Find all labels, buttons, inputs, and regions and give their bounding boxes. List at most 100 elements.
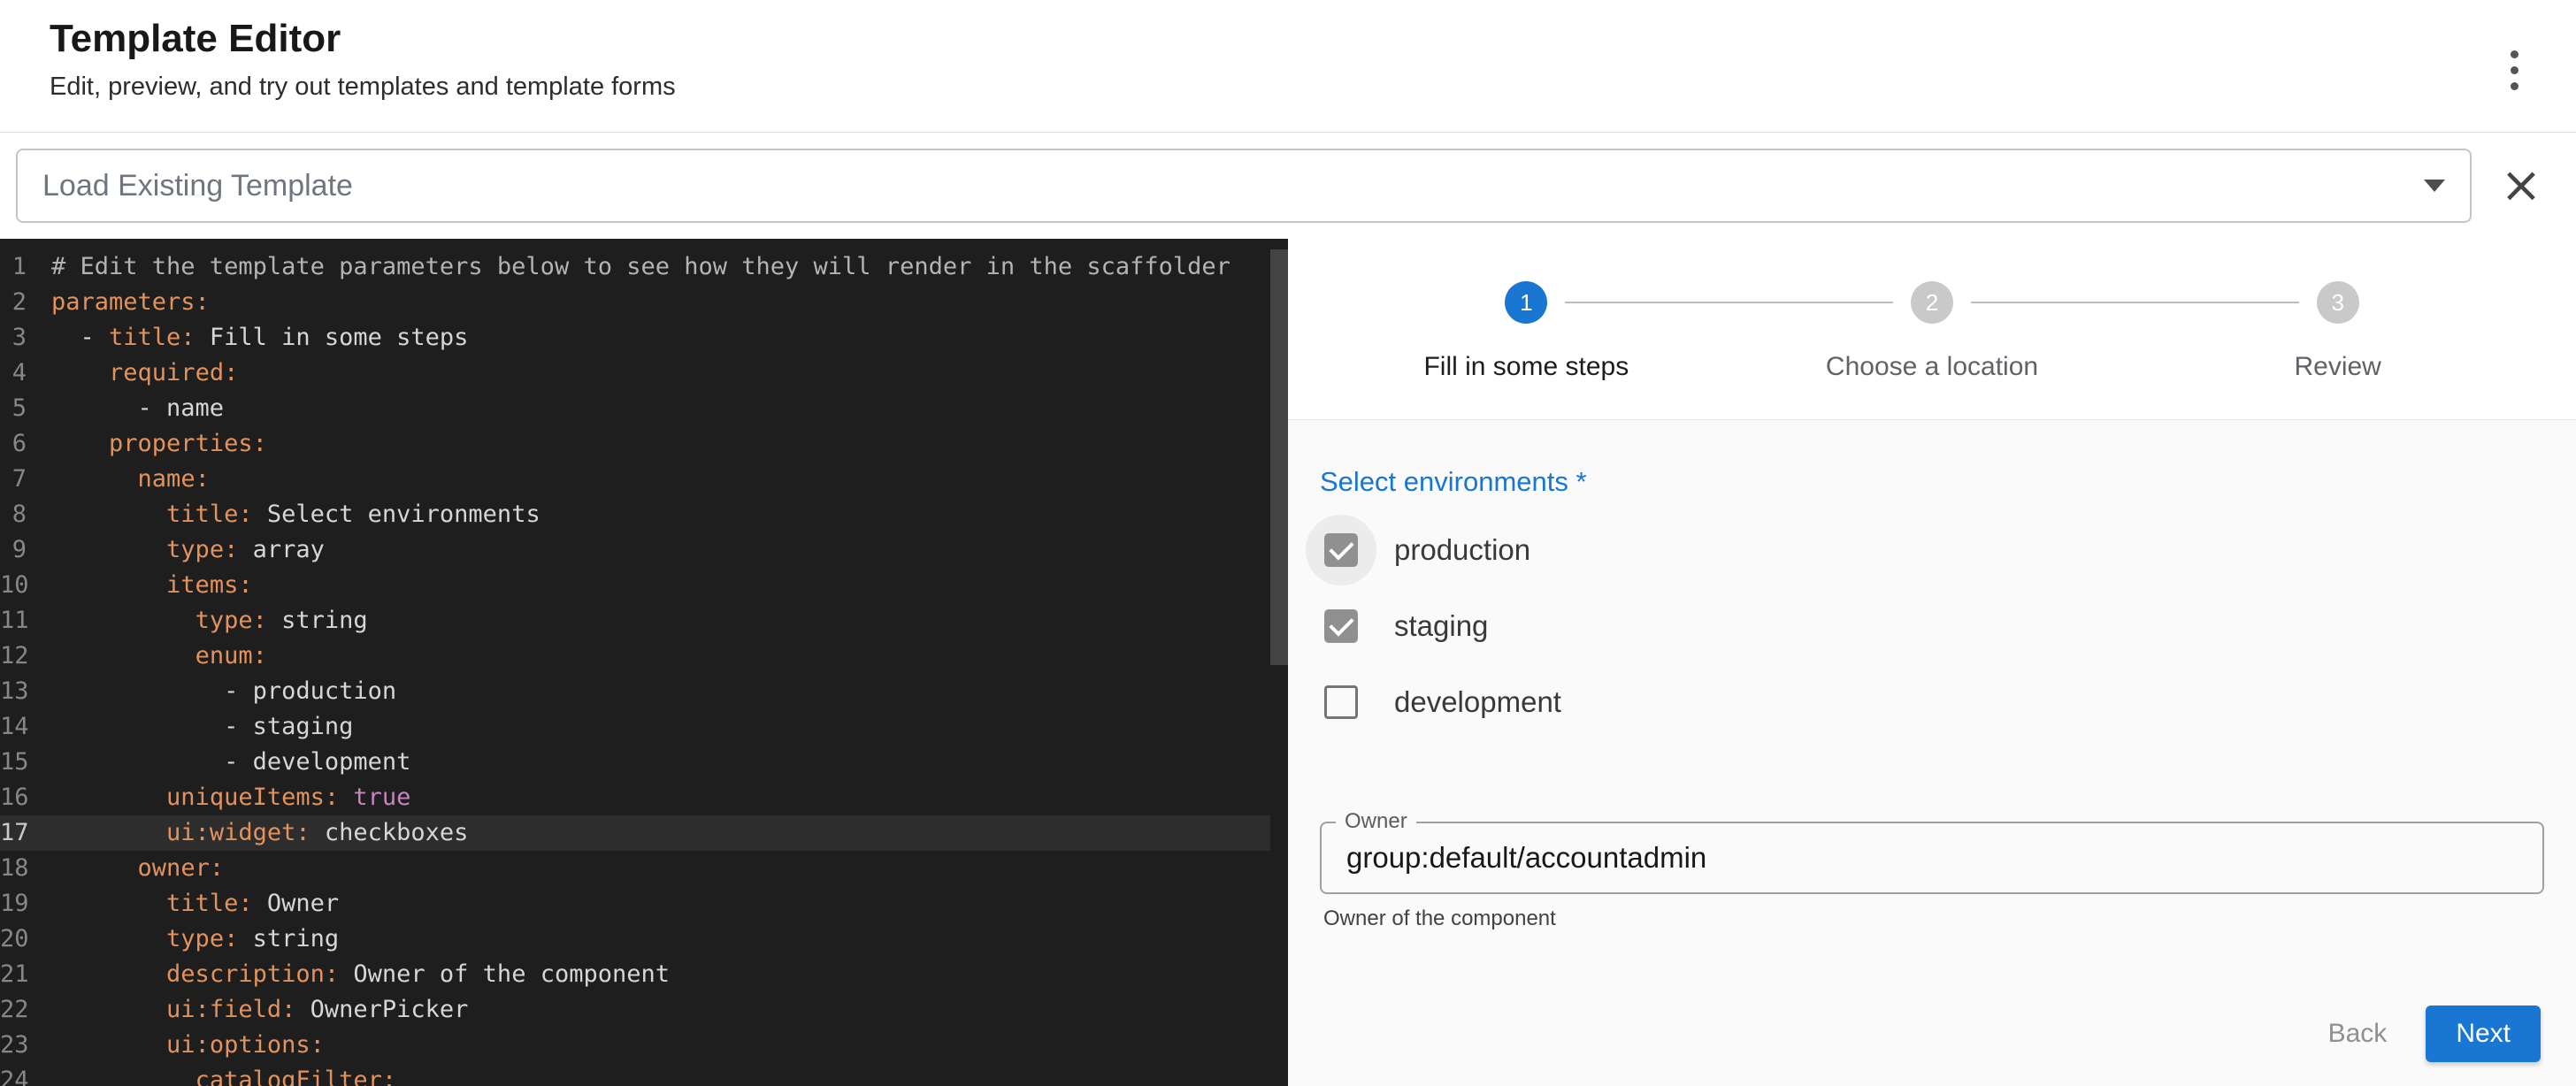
group-label-text: Select environments: [1320, 466, 1568, 497]
line-content: type: string: [51, 603, 1270, 639]
checkbox-option-production[interactable]: production: [1306, 512, 2544, 588]
line-number: 24: [0, 1063, 51, 1086]
stepper-step-2: 2Choose a location: [1729, 281, 2135, 382]
close-icon[interactable]: ×: [2493, 150, 2549, 221]
line-number: 20: [0, 922, 51, 957]
stepper-connector: [1971, 302, 2299, 303]
code-line[interactable]: 21 description: Owner of the component: [0, 957, 1270, 992]
line-number: 22: [0, 992, 51, 1028]
code-editor[interactable]: 1# Edit the template parameters below to…: [0, 239, 1288, 1086]
checkbox-label: staging: [1394, 609, 1488, 643]
load-template-row: Load Existing Template ×: [0, 133, 2576, 239]
code-line[interactable]: 10 items:: [0, 568, 1270, 603]
code-line[interactable]: 22 ui:field: OwnerPicker: [0, 992, 1270, 1028]
scrollbar-thumb[interactable]: [1270, 249, 1288, 665]
line-content: type: array: [51, 532, 1270, 568]
kebab-dot: [2511, 50, 2518, 58]
step-number-badge: 1: [1505, 281, 1547, 324]
step-number-badge: 3: [2317, 281, 2359, 324]
line-content: uniqueItems: true: [51, 780, 1270, 815]
code-line[interactable]: 18 owner:: [0, 851, 1270, 886]
code-line[interactable]: 14 - staging: [0, 709, 1270, 745]
code-line[interactable]: 1# Edit the template parameters below to…: [0, 249, 1270, 285]
owner-helper-text: Owner of the component: [1323, 906, 2544, 931]
code-line[interactable]: 24 catalogFilter:: [0, 1063, 1270, 1086]
code-line[interactable]: 15 - development: [0, 745, 1270, 780]
line-number: 13: [0, 674, 51, 709]
main-split: 1 # Edit the template parameters below to…: [0, 239, 2576, 1086]
checkbox-label: production: [1394, 533, 1530, 567]
checkbox-box: [1324, 533, 1358, 567]
load-template-select-value: Load Existing Template: [42, 169, 353, 203]
code-line[interactable]: 9 type: array: [0, 532, 1270, 568]
checkbox-group: production staging development: [1320, 512, 2544, 740]
owner-input[interactable]: group:default/accountadmin: [1320, 822, 2544, 894]
checkbox-box: [1324, 685, 1358, 719]
code-line[interactable]: 13 - production: [0, 674, 1270, 709]
wizard-footer: Back Next: [1288, 994, 2576, 1086]
template-editor-page: Template Editor Edit, preview, and try o…: [0, 0, 2576, 1086]
code-line[interactable]: 4 required:: [0, 356, 1270, 391]
next-button[interactable]: Next: [2426, 1006, 2541, 1062]
code-line[interactable]: 20 type: string: [0, 922, 1270, 957]
code-line[interactable]: 11 type: string: [0, 603, 1270, 639]
back-button[interactable]: Back: [2307, 1006, 2409, 1061]
line-number: 7: [0, 462, 51, 497]
line-content: required:: [51, 356, 1270, 391]
line-content: title: Owner: [51, 886, 1270, 922]
code-line[interactable]: 6 properties:: [0, 426, 1270, 462]
line-content: - production: [51, 674, 1270, 709]
checkbox-group-label: Select environments *: [1320, 466, 2544, 498]
checkbox-option-development[interactable]: development: [1306, 664, 2544, 740]
line-content: catalogFilter:: [51, 1063, 1270, 1086]
line-number: 11: [0, 603, 51, 639]
checkbox-checked-icon[interactable]: [1306, 591, 1376, 662]
step-label: Fill in some steps: [1423, 352, 1629, 382]
line-content: title: Select environments: [51, 497, 1270, 532]
step-label: Review: [2294, 352, 2380, 382]
code-line[interactable]: 12 enum:: [0, 639, 1270, 674]
line-content: - staging: [51, 709, 1270, 745]
step-number-badge: 2: [1911, 281, 1953, 324]
form-section: Select environments * production staging d…: [1288, 420, 2576, 994]
code-line[interactable]: 3 - title: Fill in some steps: [0, 320, 1270, 356]
checkbox-label: development: [1394, 685, 1561, 719]
page-header: Template Editor Edit, preview, and try o…: [0, 0, 2576, 133]
page-subtitle: Edit, preview, and try out templates and…: [50, 73, 676, 102]
line-number: 21: [0, 957, 51, 992]
code-line[interactable]: 2parameters:: [0, 285, 1270, 320]
page-title: Template Editor: [50, 16, 676, 62]
line-number: 19: [0, 886, 51, 922]
line-content: enum:: [51, 639, 1270, 674]
checkbox-checked-icon[interactable]: [1306, 515, 1376, 585]
line-content: name:: [51, 462, 1270, 497]
line-content: ui:widget: checkboxes: [51, 815, 1270, 851]
editor-scrollbar[interactable]: [1270, 249, 1288, 1086]
kebab-dot: [2511, 82, 2518, 90]
code-line[interactable]: 5 - name: [0, 391, 1270, 426]
checkbox-unchecked-icon[interactable]: [1306, 667, 1376, 738]
caret-down-icon[interactable]: [2424, 180, 2445, 192]
stepper: 1 Fill in some steps 2Choose a location 3 Re…: [1288, 239, 2576, 420]
code-line[interactable]: 16 uniqueItems: true: [0, 780, 1270, 815]
checkbox-option-staging[interactable]: staging: [1306, 588, 2544, 664]
line-number: 2: [0, 285, 51, 320]
code-line[interactable]: 23 ui:options:: [0, 1028, 1270, 1063]
line-number: 18: [0, 851, 51, 886]
code-line[interactable]: 7 name:: [0, 462, 1270, 497]
line-number: 12: [0, 639, 51, 674]
page-header-text: Template Editor Edit, preview, and try o…: [50, 16, 676, 132]
line-content: # Edit the template parameters below to …: [51, 249, 1270, 285]
owner-field-label: Owner: [1336, 809, 1416, 834]
line-number: 4: [0, 356, 51, 391]
form-preview-pane: 1 Fill in some steps 2Choose a location 3 Re…: [1288, 239, 2576, 1086]
load-template-select[interactable]: Load Existing Template: [16, 149, 2472, 223]
line-number: 10: [0, 568, 51, 603]
stepper-step-1: 1 Fill in some steps: [1323, 281, 1729, 382]
code-line[interactable]: 17 ui:widget: checkboxes: [0, 815, 1270, 851]
code-line[interactable]: 8 title: Select environments: [0, 497, 1270, 532]
stepper-connector: [1565, 302, 1893, 303]
code-line[interactable]: 19 title: Owner: [0, 886, 1270, 922]
kebab-menu-icon[interactable]: [2496, 39, 2532, 101]
line-content: parameters:: [51, 285, 1270, 320]
